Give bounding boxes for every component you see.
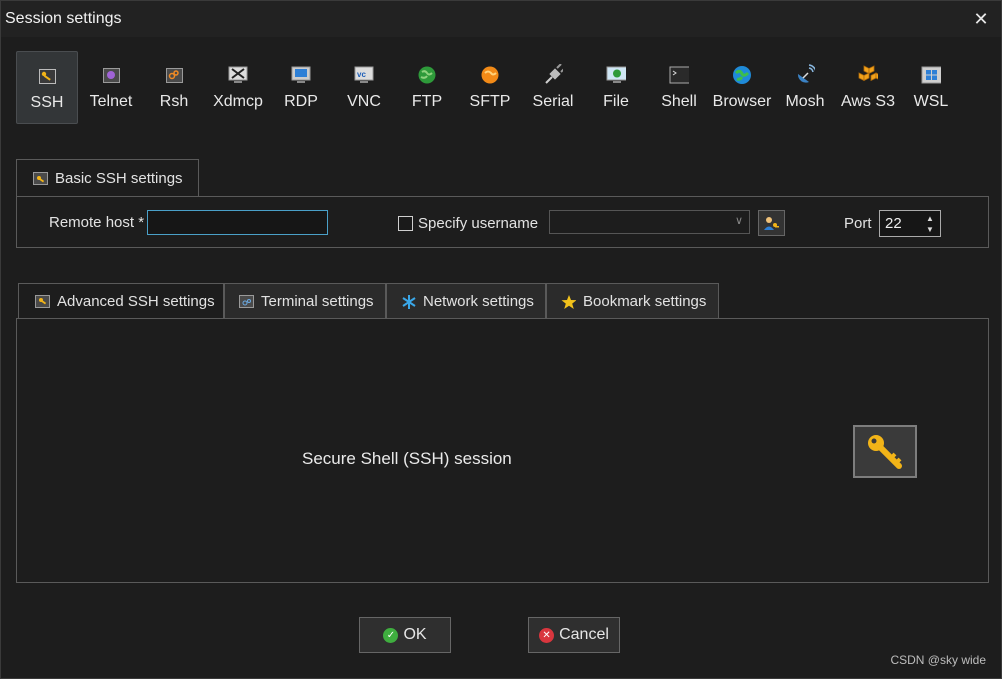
tab-terminal-settings[interactable]: Terminal settings — [224, 283, 386, 319]
ok-label: OK — [403, 626, 427, 643]
specify-username-checkbox[interactable] — [398, 216, 413, 231]
vnc-icon: vc — [354, 65, 374, 85]
protocol-sftp-button[interactable]: SFTP — [459, 51, 521, 124]
title-bar: Session settings ✕ — [1, 1, 1001, 37]
check-icon: ✓ — [383, 627, 399, 643]
protocol-mosh-button[interactable]: Mosh — [774, 51, 836, 124]
ssh-key-large-icon — [853, 425, 917, 478]
chevron-down-icon: ∨ — [734, 215, 743, 227]
watermark-text: CSDN @sky wide — [890, 653, 986, 667]
protocol-serial-button[interactable]: Serial — [522, 51, 584, 124]
ok-button[interactable]: ✓ OK — [359, 617, 451, 653]
ftp-globe-icon — [417, 65, 437, 85]
protocol-ftp-button[interactable]: FTP — [396, 51, 458, 124]
protocol-file-button[interactable]: File — [585, 51, 647, 124]
cancel-button[interactable]: ✕ Cancel — [528, 617, 620, 653]
port-label: Port — [844, 215, 872, 232]
tab-label: Bookmark settings — [583, 293, 707, 310]
tab-label: Network settings — [423, 293, 534, 310]
rdp-icon — [291, 65, 311, 85]
basic-settings-panel: Remote host * Specify username ∨ Port 22… — [16, 196, 989, 248]
tab-label: Basic SSH settings — [55, 170, 183, 187]
username-dropdown[interactable]: ∨ — [549, 210, 750, 234]
protocol-telnet-button[interactable]: Telnet — [80, 51, 142, 124]
tab-basic-ssh-settings[interactable]: Basic SSH settings — [16, 159, 199, 197]
protocol-rdp-button[interactable]: RDP — [270, 51, 332, 124]
protocol-ssh-button[interactable]: SSH — [16, 51, 78, 124]
cancel-x-icon: ✕ — [539, 627, 555, 643]
bookmark-star-icon — [561, 294, 576, 309]
close-icon[interactable]: ✕ — [969, 7, 993, 31]
tab-advanced-ssh-settings[interactable]: Advanced SSH settings — [18, 283, 224, 319]
wrench-key-icon — [35, 294, 50, 308]
ssh-key-icon — [37, 66, 57, 86]
rsh-icon — [164, 65, 184, 85]
wsl-windows-icon — [921, 65, 941, 85]
spin-up-icon[interactable]: ▲ — [925, 213, 935, 223]
advanced-settings-panel: Secure Shell (SSH) session — [16, 318, 989, 583]
tab-bookmark-settings[interactable]: Bookmark settings — [546, 283, 719, 319]
remote-host-input[interactable] — [147, 210, 328, 235]
serial-plug-icon — [543, 64, 563, 85]
browser-globe-icon — [732, 65, 752, 85]
tab-label: Advanced SSH settings — [57, 292, 215, 310]
protocol-xdmcp-button[interactable]: Xdmcp — [207, 51, 269, 124]
tab-network-settings[interactable]: Network settings — [386, 283, 546, 319]
session-description: Secure Shell (SSH) session — [302, 449, 512, 468]
network-star-icon — [401, 294, 416, 309]
tab-label: Terminal settings — [261, 293, 374, 310]
user-key-icon — [764, 216, 779, 230]
svg-text:vc: vc — [357, 70, 366, 79]
protocol-vnc-button[interactable]: vc VNC — [333, 51, 395, 124]
protocol-shell-button[interactable]: Shell — [648, 51, 710, 124]
protocol-toolbar: SSH Telnet Rsh Xdmcp RDP vc VNC FTP SFTP… — [16, 51, 966, 125]
protocol-browser-button[interactable]: Browser — [711, 51, 773, 124]
sftp-icon — [480, 65, 500, 85]
xdmcp-icon — [228, 65, 248, 85]
cancel-label: Cancel — [559, 626, 609, 643]
terminal-settings-icon — [239, 295, 254, 308]
telnet-icon — [101, 65, 121, 85]
protocol-rsh-button[interactable]: Rsh — [143, 51, 205, 124]
file-monitor-icon — [606, 65, 626, 85]
user-manager-button[interactable] — [758, 210, 785, 236]
port-value: 22 — [885, 215, 902, 232]
protocol-label: WSL — [913, 93, 949, 110]
port-spinbox[interactable]: 22 ▲ ▼ — [879, 210, 941, 237]
remote-host-label: Remote host * — [49, 214, 145, 231]
protocol-aws-s3-button[interactable]: Aws S3 — [837, 51, 899, 124]
session-settings-window: Session settings ✕ SSH Telnet Rsh Xdmcp … — [0, 0, 1002, 679]
wrench-key-icon — [33, 172, 48, 185]
specify-username-label: Specify username — [418, 215, 539, 232]
mosh-satellite-icon — [795, 64, 815, 85]
aws-s3-cubes-icon — [858, 65, 878, 85]
window-title: Session settings — [5, 10, 122, 27]
spin-down-icon[interactable]: ▼ — [925, 224, 935, 234]
protocol-wsl-button[interactable]: WSL — [900, 51, 962, 124]
shell-terminal-icon — [669, 65, 689, 85]
